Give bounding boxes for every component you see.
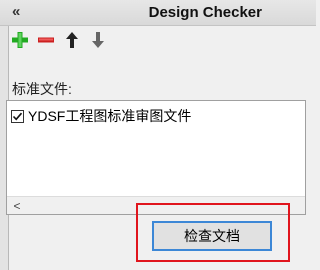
arrow-down-icon: [92, 32, 104, 48]
standards-list[interactable]: YDSF工程图标准审图文件 <: [6, 100, 306, 215]
check-document-button[interactable]: 检查文档: [152, 221, 272, 251]
minus-icon: [38, 37, 54, 43]
plus-icon: [12, 32, 28, 48]
move-up-button[interactable]: [62, 29, 82, 51]
chevron-left-icon: <: [13, 198, 21, 213]
arrow-up-icon: [66, 32, 78, 48]
move-down-button[interactable]: [88, 29, 108, 51]
standard-checkbox[interactable]: [11, 109, 24, 123]
remove-button[interactable]: [36, 29, 56, 51]
standard-item-label: YDSF工程图标准审图文件: [28, 108, 192, 124]
list-item[interactable]: YDSF工程图标准审图文件: [11, 106, 191, 126]
standards-label: 标准文件:: [12, 81, 72, 97]
scroll-left-button[interactable]: <: [9, 197, 25, 214]
toolbar: [10, 28, 108, 52]
horizontal-scrollbar[interactable]: <: [7, 196, 305, 214]
panel-title: Design Checker: [148, 4, 262, 21]
panel-titlebar: « Design Checker: [0, 0, 316, 26]
collapse-panel-button[interactable]: «: [12, 3, 20, 21]
add-button[interactable]: [10, 29, 30, 51]
checkmark-icon: [12, 112, 23, 120]
